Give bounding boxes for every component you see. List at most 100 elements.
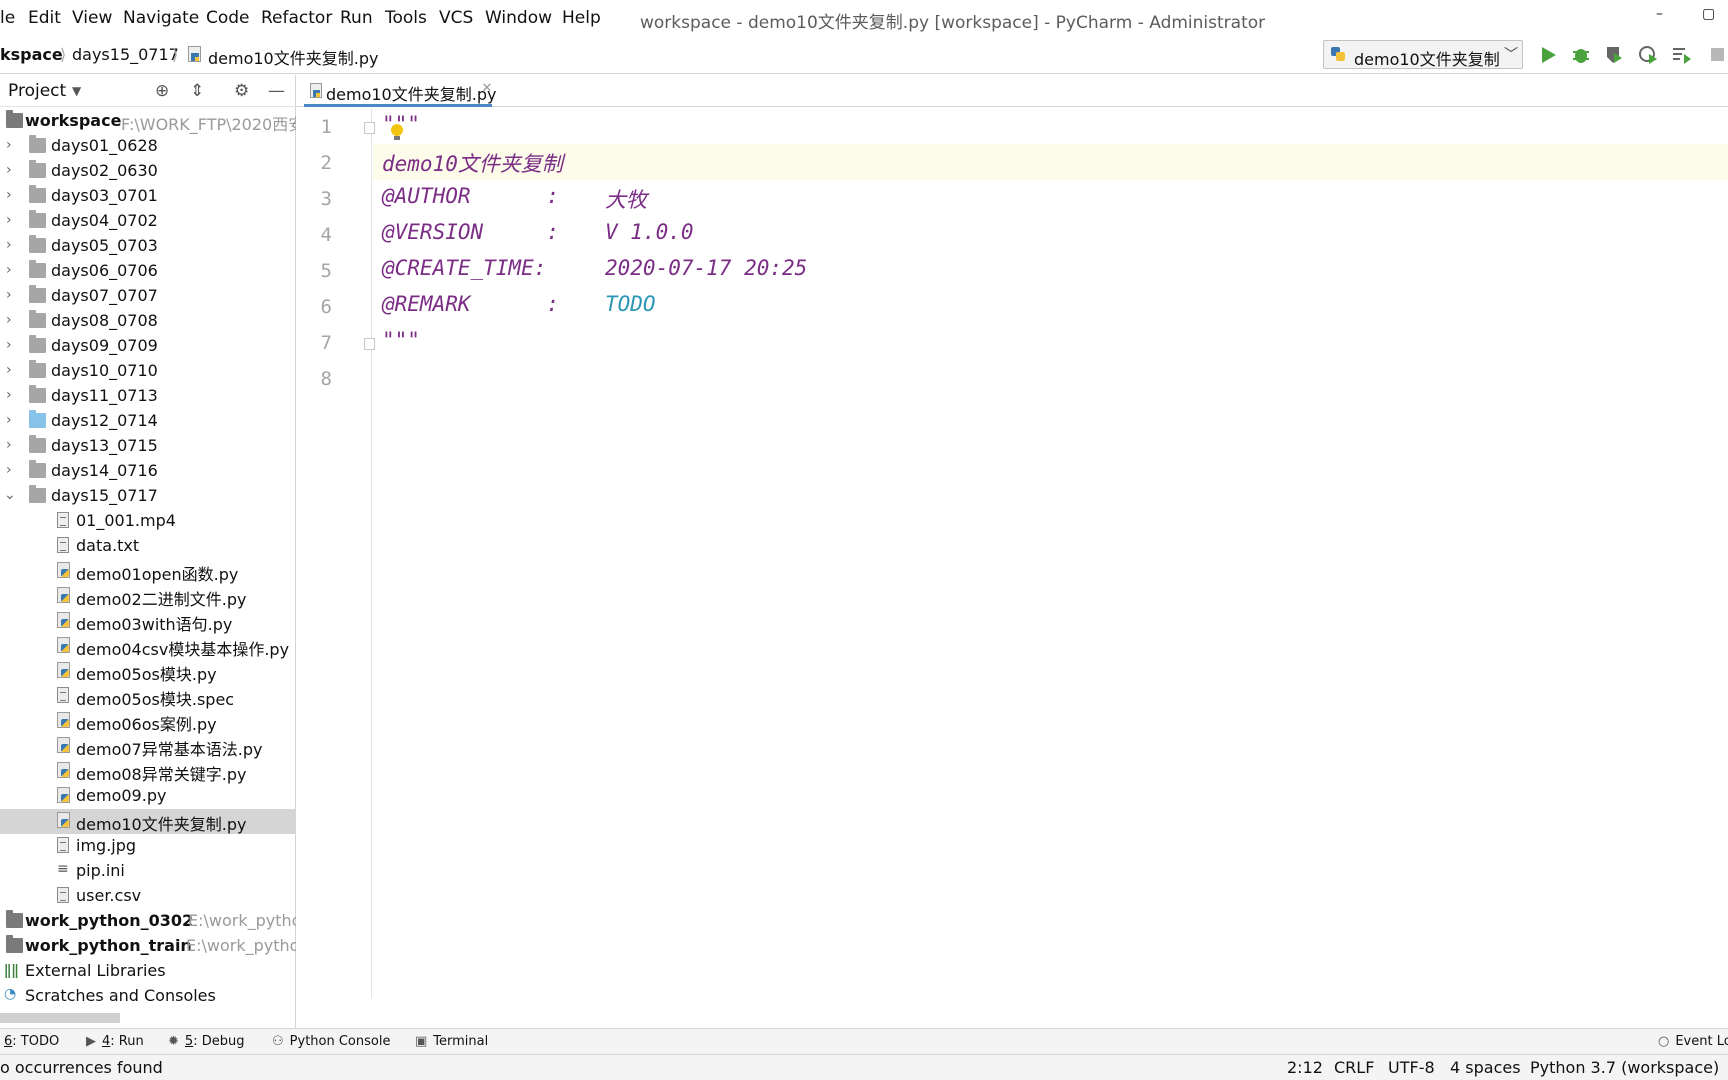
chevron-right-icon[interactable]: › [6,262,12,278]
menu-run[interactable]: Run [340,8,373,28]
tree-item-workspace[interactable]: work_python_train E:\work_pytho [0,934,299,959]
chevron-right-icon[interactable]: › [6,387,12,403]
close-tab-icon[interactable]: ✕ [482,81,493,96]
tree-item-folder[interactable]: › days06_0706 [0,259,296,284]
chevron-right-icon[interactable]: › [6,287,12,303]
tree-item-file[interactable]: demo09.py [0,784,296,809]
tree-item-folder[interactable]: ⌄ days15_0717 [0,484,296,509]
tree-item-file-selected[interactable]: demo10文件夹复制.py [0,809,296,834]
tree-item-folder[interactable]: › days13_0715 [0,434,296,459]
hide-panel-icon[interactable]: — [268,81,285,101]
tree-item-file[interactable]: ≡ pip.ini [0,859,296,884]
tool-window-event-log[interactable]: ○ Event Lo [1658,1034,1728,1049]
profile-icon[interactable] [1638,45,1658,65]
tree-item-file[interactable]: 01_001.mp4 [0,509,296,534]
tree-item-external-libraries[interactable]: ǁǁ External Libraries [0,959,296,984]
tree-item-file[interactable]: demo03with语句.py [0,609,296,634]
chevron-right-icon[interactable]: › [6,437,12,453]
tree-item-file[interactable]: demo04csv模块基本操作.py [0,634,296,659]
folder-icon [6,910,23,928]
tree-item-folder[interactable]: › days05_0703 [0,234,296,259]
menu-tools[interactable]: Tools [385,8,427,28]
tree-item-file[interactable]: img.jpg [0,834,296,859]
menu-help[interactable]: Help [562,8,601,28]
tree-item-file[interactable]: demo02二进制文件.py [0,584,296,609]
tree-item-file[interactable]: demo05os模块.py [0,659,296,684]
chevron-right-icon[interactable]: › [6,162,12,178]
collapse-all-icon[interactable]: ⇕ [190,81,204,101]
tree-item-workspace[interactable]: ⌄ workspace F:\WORK_FTP\2020西安 [0,109,304,134]
concurrency-diagram-icon[interactable] [1672,45,1692,65]
line-separator[interactable]: CRLF [1334,1058,1374,1077]
tree-item-label: days10_0710 [51,361,158,380]
chevron-right-icon[interactable]: › [6,462,12,478]
debug-icon[interactable] [1571,45,1591,65]
chevron-right-icon[interactable]: › [6,237,12,253]
file-encoding[interactable]: UTF-8 [1388,1058,1435,1077]
tree-item-folder[interactable]: › days09_0709 [0,334,296,359]
chevron-right-icon[interactable]: › [6,187,12,203]
menu-file[interactable]: le [0,8,15,28]
text-file-icon [57,687,69,703]
chevron-right-icon[interactable]: › [6,312,12,328]
gear-icon[interactable]: ⚙ [234,81,249,101]
locate-file-icon[interactable]: ⊕ [155,81,169,101]
menu-bar: le Edit View Navigate Code Refactor Run … [0,0,1728,34]
breadcrumb-project[interactable]: kspace [0,45,63,64]
line-number: 2 [320,152,332,174]
run-configuration-select[interactable]: demo10文件夹复制 ﹀ [1323,40,1523,69]
menu-code[interactable]: Code [206,8,250,28]
horizontal-scrollbar[interactable] [0,1013,120,1023]
chevron-right-icon[interactable]: › [6,337,12,353]
interpreter-selector[interactable]: Python 3.7 (workspace) [1530,1058,1719,1077]
chevron-down-icon[interactable]: ⌄ [4,487,16,503]
tree-item-folder[interactable]: › days14_0716 [0,459,296,484]
scratches-icon: ◔ [4,986,17,1002]
run-icon[interactable] [1538,45,1558,65]
tree-item-file[interactable]: data.txt [0,534,296,559]
tree-item-file[interactable]: demo06os案例.py [0,709,296,734]
tree-item-scratches[interactable]: ◔ Scratches and Consoles [0,984,296,1009]
restore-button[interactable]: ▢ [1702,6,1715,22]
tree-item-folder[interactable]: › days10_0710 [0,359,296,384]
minimize-button[interactable]: – [1656,6,1663,22]
tree-item-workspace[interactable]: work_python_0302 E:\work_pytho [0,909,301,934]
caret-position[interactable]: 2:12 [1287,1058,1323,1077]
tree-item-folder[interactable]: › days08_0708 [0,309,296,334]
tree-item-file[interactable]: demo08异常关键字.py [0,759,296,784]
tool-window-todo[interactable]: 6: TODO [4,1034,59,1049]
tab-demo10[interactable]: demo10文件夹复制.py ✕ [304,75,496,107]
chevron-right-icon[interactable]: › [6,412,12,428]
tree-item-folder[interactable]: › days01_0628 [0,134,296,159]
tree-item-file[interactable]: demo01open函数.py [0,559,296,584]
chevron-down-icon[interactable]: ▼ [72,84,81,98]
tree-item-folder[interactable]: › days02_0630 [0,159,296,184]
tree-item-folder[interactable]: › days04_0702 [0,209,296,234]
tree-item-file[interactable]: demo05os模块.spec [0,684,296,709]
tool-window-python-console[interactable]: ⚇ Python Console [272,1034,390,1049]
tree-item-folder[interactable]: › days07_0707 [0,284,296,309]
tree-item-folder[interactable]: › days12_0714 [0,409,296,434]
indent-setting[interactable]: 4 spaces [1450,1058,1521,1077]
chevron-right-icon[interactable]: › [6,362,12,378]
tool-window-run[interactable]: ▶ 4: Run [86,1034,144,1049]
menu-refactor[interactable]: Refactor [261,8,332,28]
menu-navigate[interactable]: Navigate [123,8,199,28]
menu-window[interactable]: Window [485,8,552,28]
tool-window-debug[interactable]: ✹ 5: Debug [168,1034,244,1049]
project-view-selector[interactable]: Project [8,81,66,101]
tree-item-folder[interactable]: › days03_0701 [0,184,296,209]
breadcrumb-file[interactable]: demo10文件夹复制.py [208,45,378,69]
chevron-right-icon[interactable]: › [6,137,12,153]
run-with-coverage-icon[interactable] [1604,45,1624,65]
menu-view[interactable]: View [72,8,112,28]
tree-item-folder[interactable]: › days11_0713 [0,384,296,409]
chevron-right-icon[interactable]: › [6,212,12,228]
menu-vcs[interactable]: VCS [439,8,473,28]
stop-icon[interactable] [1708,45,1728,65]
tool-window-terminal[interactable]: ▣ Terminal [415,1034,488,1049]
tree-item-file[interactable]: demo07异常基本语法.py [0,734,296,759]
tree-item-file[interactable]: user.csv [0,884,296,909]
breadcrumb-folder[interactable]: days15_0717 [72,45,179,64]
menu-edit[interactable]: Edit [28,8,61,28]
